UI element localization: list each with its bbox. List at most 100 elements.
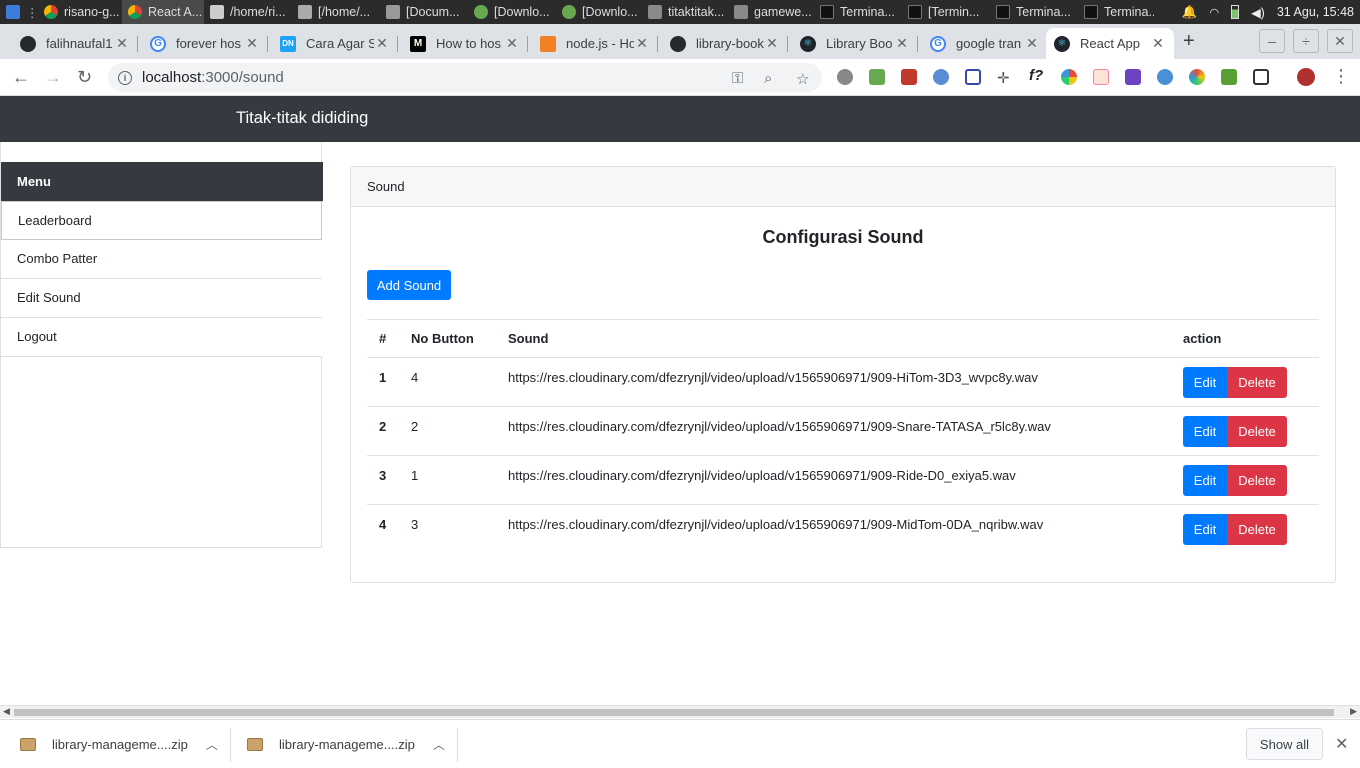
window-close-icon[interactable]: ✕ <box>1327 29 1353 53</box>
tb-item[interactable]: [/home/... <box>292 0 380 24</box>
tb-label: Termina... <box>1104 5 1154 19</box>
address-bar[interactable]: i localhost:3000/sound ⚿ ⌕ ☆ <box>108 63 822 92</box>
edit-button[interactable]: Edit <box>1183 367 1227 398</box>
edit-button[interactable]: Edit <box>1183 416 1227 447</box>
browser-tab-active[interactable]: ⚛ React App ✕ <box>1046 28 1174 59</box>
wifi-icon[interactable]: ◠ <box>1209 6 1219 19</box>
extension-icon[interactable] <box>1061 69 1077 85</box>
forward-icon[interactable]: → <box>44 67 62 88</box>
browser-tab[interactable]: node.js - Ho ✕ <box>532 28 658 59</box>
scroll-right-icon[interactable]: ▶ <box>1350 706 1357 717</box>
tb-label: Termina... <box>840 5 895 19</box>
tb-item[interactable]: /home/ri... <box>204 0 292 24</box>
browser-tab[interactable]: M How to hos ✕ <box>402 28 528 59</box>
tb-item[interactable]: titaktitak... <box>642 0 728 24</box>
extension-icon[interactable] <box>1157 69 1173 85</box>
extension-icon[interactable] <box>869 69 885 85</box>
browser-tab[interactable]: DN Cara Agar S ✕ <box>272 28 398 59</box>
close-icon[interactable]: ✕ <box>504 35 520 52</box>
tb-item[interactable]: [Downlo... <box>468 0 556 24</box>
minimize-icon[interactable]: – <box>1259 29 1285 53</box>
star-icon[interactable]: ☆ <box>796 70 809 88</box>
tb-label: [Downlo... <box>494 5 550 19</box>
extension-icon[interactable] <box>1093 69 1109 85</box>
tb-item[interactable]: Termina... <box>1078 0 1154 24</box>
add-sound-button[interactable]: Add Sound <box>367 270 451 300</box>
maximize-icon[interactable]: ÷ <box>1293 29 1319 53</box>
delete-button[interactable]: Delete <box>1227 465 1287 496</box>
chevron-up-icon[interactable]: ︿ <box>433 736 445 753</box>
extension-icon[interactable]: ✛ <box>997 69 1013 87</box>
volume-icon[interactable]: ◀) <box>1251 5 1265 20</box>
horizontal-scrollbar[interactable]: ◀ ▶ <box>0 705 1360 718</box>
tb-item[interactable]: [Termin... <box>902 0 990 24</box>
new-tab-icon[interactable]: + <box>1183 30 1195 53</box>
close-icon[interactable]: ✕ <box>244 35 260 52</box>
extension-icon[interactable] <box>901 69 917 85</box>
brand-title[interactable]: Titak-titak dididing <box>236 109 368 128</box>
chrome-icon <box>44 5 58 19</box>
sidebar-item-combo-patter[interactable]: Combo Patter <box>1 240 322 279</box>
close-icon[interactable]: ✕ <box>114 35 130 52</box>
extension-icon[interactable] <box>1189 69 1205 85</box>
browser-tab[interactable]: Ggoogle tran ✕ <box>922 28 1048 59</box>
avatar[interactable] <box>1297 68 1315 86</box>
back-icon[interactable]: ← <box>12 67 30 88</box>
info-icon[interactable]: i <box>118 70 132 85</box>
row-button: 3 <box>399 504 496 554</box>
close-icon[interactable]: ✕ <box>374 35 390 52</box>
close-icon[interactable]: ✕ <box>894 35 910 52</box>
delete-button[interactable]: Delete <box>1227 367 1287 398</box>
battery-icon[interactable] <box>1231 5 1240 19</box>
tb-item[interactable]: [Docum... <box>380 0 468 24</box>
reload-icon[interactable]: ↻ <box>77 67 92 88</box>
show-all-button[interactable]: Show all <box>1246 728 1323 760</box>
tb-item[interactable]: gamewe... <box>728 0 814 24</box>
key-icon[interactable]: ⚿ <box>732 70 743 87</box>
extension-icon[interactable] <box>1253 69 1269 85</box>
tb-item[interactable]: Termina... <box>990 0 1078 24</box>
browser-tab[interactable]: ⚛ Library Boo ✕ <box>792 28 918 59</box>
close-icon[interactable]: ✕ <box>1335 734 1348 754</box>
row-actions: Edit Delete <box>1171 455 1319 505</box>
table-row: 3 1 https://res.cloudinary.com/dfezrynjl… <box>367 455 1319 505</box>
download-item[interactable]: library-manageme....zip ︿ <box>20 720 218 768</box>
extension-icon[interactable] <box>933 69 949 85</box>
close-icon[interactable]: ✕ <box>764 35 780 52</box>
tb-item[interactable]: [Downlo... <box>556 0 642 24</box>
delete-button[interactable]: Delete <box>1227 514 1287 545</box>
download-item[interactable]: library-manageme....zip ︿ <box>247 720 445 768</box>
delete-button[interactable]: Delete <box>1227 416 1287 447</box>
browser-tab[interactable]: falihnaufal1 ✕ <box>12 28 138 59</box>
close-icon[interactable]: ✕ <box>1024 35 1040 52</box>
extension-icon[interactable]: f? <box>1029 67 1045 84</box>
bell-icon[interactable]: 🔔 <box>1182 5 1198 20</box>
tb-item[interactable]: React A... <box>122 0 204 24</box>
close-icon[interactable]: ✕ <box>634 35 650 52</box>
sidebar-item-edit-sound[interactable]: Edit Sound <box>1 279 322 318</box>
menu-kebab-icon[interactable]: ⋮ <box>1332 66 1350 87</box>
close-icon[interactable]: ✕ <box>1150 35 1166 52</box>
tb-item[interactable]: ⋮ <box>0 0 38 24</box>
tb-label: [Docum... <box>406 5 460 19</box>
extension-icon[interactable] <box>965 69 981 85</box>
cors-extension-icon[interactable] <box>1221 69 1237 85</box>
browser-tab[interactable]: library-book ✕ <box>662 28 788 59</box>
clock[interactable]: 31 Agu, 15:48 <box>1277 5 1354 19</box>
edit-button[interactable]: Edit <box>1183 514 1227 545</box>
chevron-up-icon[interactable]: ︿ <box>206 736 218 753</box>
browser-tab[interactable]: Gforever hos ✕ <box>142 28 268 59</box>
sidebar-item-leaderboard[interactable]: Leaderboard <box>1 201 322 240</box>
scroll-thumb[interactable] <box>14 709 1334 716</box>
sidebar-item-logout[interactable]: Logout <box>1 318 322 357</box>
row-sound-url: https://res.cloudinary.com/dfezrynjl/vid… <box>496 357 1171 407</box>
tb-label: [Termin... <box>928 5 980 19</box>
zoom-icon[interactable]: ⌕ <box>764 70 772 87</box>
tb-item[interactable]: Termina... <box>814 0 902 24</box>
extension-icon[interactable] <box>837 69 853 85</box>
extension-icon[interactable] <box>1125 69 1141 85</box>
edit-button[interactable]: Edit <box>1183 465 1227 496</box>
os-taskbar: ⋮ risano-g... React A... /home/ri... [/h… <box>0 0 1360 24</box>
scroll-left-icon[interactable]: ◀ <box>3 706 10 717</box>
tb-item[interactable]: risano-g... <box>38 0 122 24</box>
